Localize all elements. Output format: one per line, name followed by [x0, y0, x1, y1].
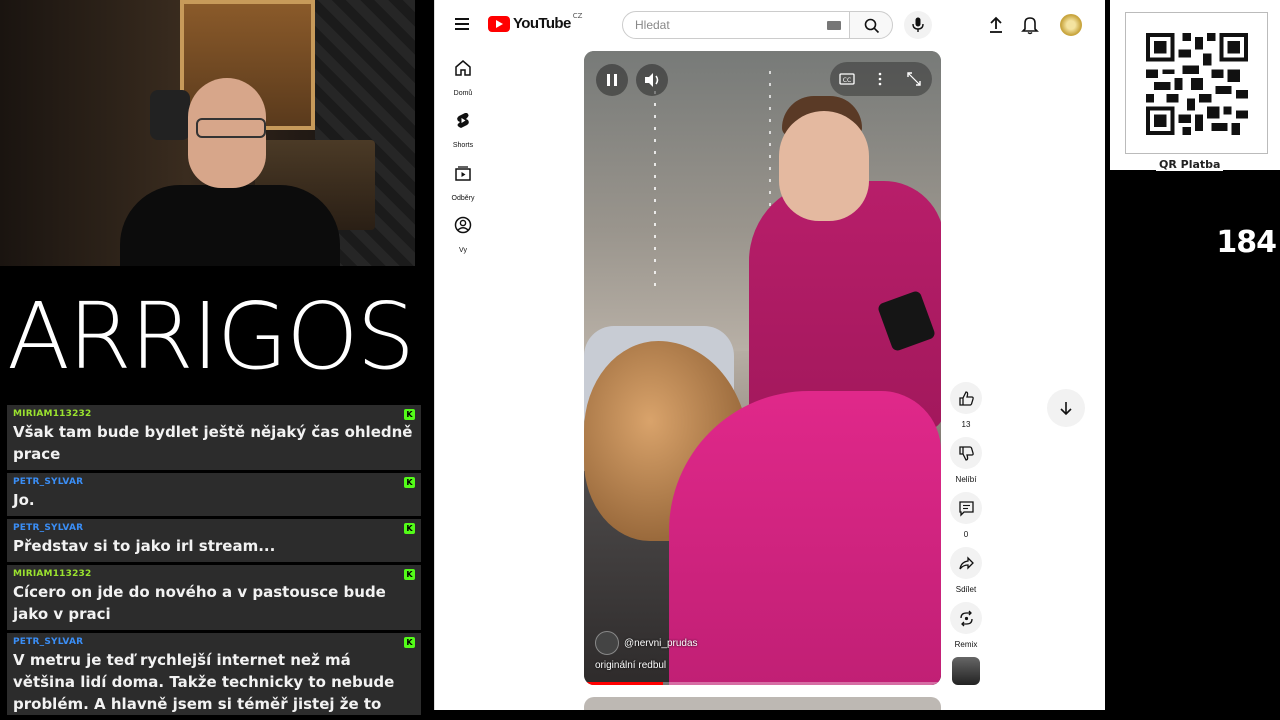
- nav-shorts[interactable]: Shorts: [439, 111, 487, 151]
- search-button[interactable]: [849, 11, 893, 39]
- youtube-header: YouTube CZ: [435, 0, 1105, 50]
- volume-icon: [645, 73, 659, 87]
- pause-button[interactable]: [596, 64, 628, 96]
- dislike-label: Nelíbí: [955, 475, 977, 484]
- qr-frame: QR Platba: [1125, 12, 1268, 171]
- shorts-video-player[interactable]: CC @nervni_prudas originální redbul: [584, 51, 941, 685]
- viewer-counter: 184: [1216, 225, 1277, 260]
- youtube-logo[interactable]: YouTube CZ: [488, 11, 583, 32]
- chat-username[interactable]: PETR_SYLVAR: [13, 523, 415, 533]
- nav-home[interactable]: Domů: [439, 59, 487, 99]
- youtube-wordmark: YouTube: [513, 15, 571, 32]
- chat-text: Cícero on jde do nového a v pastousce bu…: [13, 583, 386, 623]
- chat-message: PETR_SYLVAR K V metru je teď rychlejší i…: [7, 633, 421, 715]
- progress-fill: [584, 682, 663, 685]
- account-avatar[interactable]: [1060, 14, 1082, 36]
- search-box: [622, 11, 850, 39]
- home-icon: [455, 60, 471, 76]
- thumbs-up-icon: [958, 390, 974, 406]
- sound-avatar[interactable]: [952, 657, 980, 685]
- arrow-down-icon: [1060, 402, 1072, 416]
- chat-text: Představ si to jako irl stream...: [13, 537, 276, 555]
- youtube-window: YouTube CZ Hledat Domů Shorts Odběry Vy …: [434, 0, 1105, 710]
- comments-button[interactable]: 0: [950, 492, 982, 539]
- thumbs-down-icon: [958, 445, 974, 461]
- account-icon: [454, 216, 472, 234]
- next-short-preview[interactable]: [584, 697, 941, 710]
- chat-text: V metru je teď rychlejší internet než má…: [13, 651, 395, 713]
- remix-label: Remix: [954, 640, 978, 649]
- kick-badge-icon: K: [404, 523, 415, 534]
- next-short-button[interactable]: [1047, 389, 1085, 427]
- voice-search-button[interactable]: [904, 11, 932, 39]
- sound-title[interactable]: originální redbul: [595, 660, 666, 671]
- video-top-controls: CC: [830, 62, 932, 96]
- nav-subscriptions[interactable]: Odběry: [439, 164, 487, 204]
- channel-logo: ARRIGOS: [0, 266, 420, 400]
- like-count: 13: [961, 420, 971, 429]
- channel-name[interactable]: @nervni_prudas: [624, 638, 698, 649]
- chat-username[interactable]: PETR_SYLVAR: [13, 637, 415, 647]
- dislike-button[interactable]: Nelíbí: [950, 437, 982, 484]
- chat-message: MIRIAM113232 K Cícero on jde do nového a…: [7, 565, 421, 630]
- stream-layout: ARRIGOS MIRIAM113232 K Však tam bude byd…: [0, 0, 1280, 720]
- kick-badge-icon: K: [404, 637, 415, 648]
- search-icon: [864, 18, 880, 34]
- nav-label: Domů: [453, 90, 473, 97]
- qr-label: QR Platba: [1156, 158, 1224, 171]
- shorts-icon: [457, 113, 469, 128]
- kick-badge-icon: K: [404, 569, 415, 580]
- svg-text:ARRIGOS: ARRIGOS: [7, 283, 413, 390]
- nav-label: Odběry: [451, 195, 475, 202]
- hamburger-menu-icon[interactable]: [455, 18, 469, 30]
- nav-label: Vy: [459, 247, 467, 254]
- kick-badge-icon: K: [404, 477, 415, 488]
- more-options-icon[interactable]: [876, 71, 884, 87]
- channel-avatar[interactable]: [595, 631, 619, 655]
- comment-icon: [958, 500, 974, 517]
- kick-badge-icon: K: [404, 409, 415, 420]
- webcam-feed: [0, 0, 415, 266]
- chat-username[interactable]: PETR_SYLVAR: [13, 477, 415, 487]
- chat-username[interactable]: MIRIAM113232: [13, 569, 415, 579]
- chat-message: PETR_SYLVAR K Jo.: [7, 473, 421, 516]
- country-code: CZ: [572, 11, 583, 20]
- pause-icon: [607, 74, 617, 86]
- mute-button[interactable]: [636, 64, 668, 96]
- video-progress-bar[interactable]: [584, 682, 941, 685]
- upload-icon[interactable]: [985, 14, 1007, 36]
- nav-label: Shorts: [452, 142, 474, 149]
- youtube-play-icon: [488, 15, 510, 32]
- channel-info[interactable]: @nervni_prudas: [595, 631, 698, 655]
- subscriptions-icon: [455, 166, 471, 181]
- keyboard-icon[interactable]: [827, 21, 841, 30]
- share-label: Sdílet: [955, 585, 977, 594]
- search-input[interactable]: [635, 18, 815, 32]
- chat-text: Však tam bude bydlet ještě nějaký čas oh…: [13, 423, 413, 463]
- comment-count: 0: [963, 530, 969, 539]
- microphone-icon: [912, 17, 924, 32]
- nav-you[interactable]: Vy: [439, 216, 487, 256]
- remix-button[interactable]: Remix: [950, 602, 982, 649]
- fullscreen-icon[interactable]: [906, 71, 922, 87]
- share-button[interactable]: Sdílet: [950, 547, 982, 594]
- share-icon: [958, 555, 974, 570]
- notifications-bell-icon[interactable]: [1019, 14, 1041, 36]
- like-button[interactable]: 13: [950, 382, 982, 429]
- qr-payment-panel: QR Platba: [1110, 0, 1280, 171]
- chat-username[interactable]: MIRIAM113232: [13, 409, 415, 419]
- remix-icon: [959, 610, 973, 626]
- qr-code-icon: [1146, 33, 1248, 135]
- chat-panel: MIRIAM113232 K Však tam bude bydlet ješt…: [7, 405, 421, 715]
- chat-message: PETR_SYLVAR K Představ si to jako irl st…: [7, 519, 421, 562]
- svg-text:CC: CC: [843, 77, 851, 84]
- closed-captions-icon[interactable]: CC: [838, 71, 858, 87]
- chat-text: Jo.: [13, 491, 35, 509]
- chat-message: MIRIAM113232 K Však tam bude bydlet ješt…: [7, 405, 421, 470]
